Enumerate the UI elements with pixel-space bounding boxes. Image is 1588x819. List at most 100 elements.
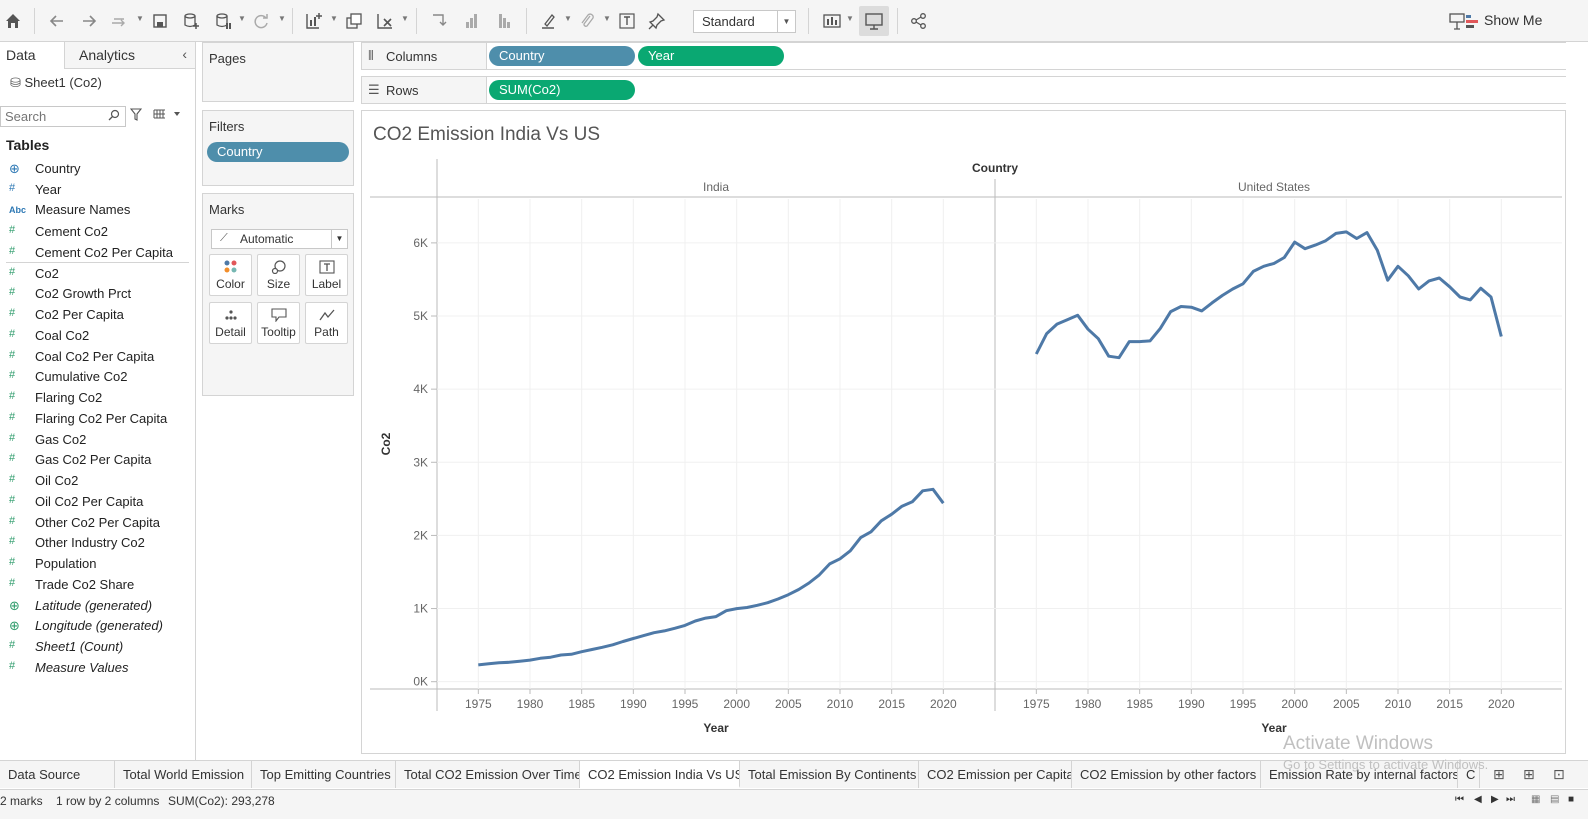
field-item[interactable]: # Year xyxy=(0,181,190,201)
columns-drop-area[interactable]: Country Year xyxy=(486,43,1566,69)
tab-analytics[interactable]: Analytics xyxy=(79,47,135,63)
field-item[interactable]: # Other Co2 Per Capita xyxy=(0,514,190,534)
mark-type-dropdown[interactable]: ⟋ Automatic ▼ xyxy=(211,229,348,249)
group-icon[interactable] xyxy=(576,10,598,32)
list-view-icon[interactable]: ▤ xyxy=(1550,794,1559,805)
chevron-down-icon[interactable]: ▼ xyxy=(846,14,854,23)
chevron-down-icon[interactable]: ▼ xyxy=(401,14,409,23)
rows-shelf[interactable]: ☰ Rows SUM(Co2) xyxy=(361,76,1566,104)
field-item[interactable]: # Gas Co2 xyxy=(0,431,190,451)
rows-drop-area[interactable]: SUM(Co2) xyxy=(486,77,1566,103)
sheet-tab[interactable]: Top Emitting Countries xyxy=(252,761,396,788)
chevron-down-icon[interactable]: ▼ xyxy=(238,14,246,23)
filter-icon[interactable] xyxy=(129,108,143,124)
last-page-icon[interactable]: ⏭ xyxy=(1506,794,1515,805)
sheet-tab[interactable]: CO2 Emission per Capita xyxy=(919,761,1072,788)
detail-button[interactable]: Detail xyxy=(209,302,252,344)
chevron-down-icon[interactable]: ▼ xyxy=(330,14,338,23)
sheet-tab[interactable]: Total Emission By Continents xyxy=(740,761,919,788)
tooltip-button[interactable]: Tooltip xyxy=(257,302,300,344)
field-item[interactable]: # Oil Co2 Per Capita xyxy=(0,493,190,513)
field-item[interactable]: ⊕ Latitude (generated) xyxy=(0,597,190,617)
sheet-tab[interactable]: CO2 Emission India Vs US xyxy=(580,761,740,788)
fit-dropdown[interactable]: Standard ▼ xyxy=(693,10,796,33)
share-icon[interactable] xyxy=(908,10,930,32)
tab-data[interactable]: Data xyxy=(6,47,36,63)
line-chart[interactable]: Country 0K 1K 2K 3K 4K 5K 6K Co2 India 1975 1980 198… xyxy=(362,111,1567,755)
field-item[interactable]: # Other Industry Co2 xyxy=(0,534,190,554)
new-story-tab-icon[interactable]: ⊡ xyxy=(1553,766,1565,783)
save-icon[interactable] xyxy=(149,10,171,32)
filmstrip-view-icon[interactable]: ■ xyxy=(1568,794,1574,805)
field-item[interactable]: ⊕ Longitude (generated) xyxy=(0,617,190,637)
field-item[interactable]: # Co2 xyxy=(0,265,190,285)
new-worksheet-icon[interactable] xyxy=(303,10,325,32)
field-item[interactable]: # Coal Co2 Per Capita xyxy=(0,348,190,368)
size-button[interactable]: Size xyxy=(257,254,300,296)
show-cards-icon[interactable] xyxy=(821,10,843,32)
field-item[interactable]: # Cement Co2 xyxy=(0,223,190,243)
pause-updates-icon[interactable] xyxy=(212,10,234,32)
swap-icon[interactable] xyxy=(428,10,450,32)
grid-view-icon[interactable]: ▦ xyxy=(1531,794,1540,805)
fix-axes-icon[interactable] xyxy=(646,10,668,32)
chevron-down-icon[interactable]: ▼ xyxy=(603,14,611,23)
field-item[interactable]: Abc Measure Names xyxy=(0,201,190,221)
new-datasource-icon[interactable] xyxy=(180,10,202,32)
redo-icon[interactable] xyxy=(78,10,100,32)
columns-pill-country[interactable]: Country xyxy=(489,46,635,66)
undo-icon[interactable] xyxy=(46,10,68,32)
field-item[interactable]: # Gas Co2 Per Capita xyxy=(0,451,190,471)
tab-data-source[interactable]: Data Source xyxy=(0,761,115,788)
sort-ascending-icon[interactable] xyxy=(460,10,482,32)
show-me-button[interactable]: Show Me xyxy=(1484,12,1542,28)
highlight-icon[interactable] xyxy=(538,10,560,32)
view-options-icon[interactable] xyxy=(153,108,181,123)
duplicate-icon[interactable] xyxy=(343,10,365,32)
path-button[interactable]: Path xyxy=(305,302,348,344)
new-worksheet-tab-icon[interactable]: ⊞ xyxy=(1493,766,1505,783)
show-mark-labels-icon[interactable] xyxy=(616,10,638,32)
field-item[interactable]: # Cumulative Co2 xyxy=(0,368,190,388)
sheet-tab[interactable]: CO2 Emission by other factors xyxy=(1072,761,1261,788)
replay-icon[interactable] xyxy=(108,10,130,32)
label-button[interactable]: Label xyxy=(305,254,348,296)
field-item[interactable]: # Coal Co2 xyxy=(0,327,190,347)
rows-pill-sum-co2[interactable]: SUM(Co2) xyxy=(489,80,635,100)
columns-pill-year[interactable]: Year xyxy=(638,46,784,66)
sheet-tab[interactable]: Total CO2 Emission Over Time xyxy=(396,761,580,788)
filters-card[interactable]: Filters Country xyxy=(202,110,354,186)
field-item[interactable]: # Co2 Per Capita xyxy=(0,306,190,326)
columns-shelf[interactable]: ⦀ Columns Country Year xyxy=(361,42,1566,70)
show-me-icon[interactable] xyxy=(1462,10,1484,32)
chevron-down-icon[interactable]: ▼ xyxy=(278,14,286,23)
filter-pill-country[interactable]: Country xyxy=(207,142,349,162)
chevron-down-icon[interactable]: ▼ xyxy=(564,14,572,23)
field-item[interactable]: # Sheet1 (Count) xyxy=(0,638,190,658)
refresh-icon[interactable] xyxy=(250,10,272,32)
prev-page-icon[interactable]: ◀ xyxy=(1474,794,1482,805)
field-item[interactable]: # Trade Co2 Share xyxy=(0,576,190,596)
field-item[interactable]: # Measure Values xyxy=(0,659,190,679)
pages-card[interactable]: Pages xyxy=(202,42,354,102)
field-item[interactable]: # Oil Co2 xyxy=(0,472,190,492)
collapse-pane-icon[interactable]: ‹ xyxy=(182,46,187,62)
color-button[interactable]: Color xyxy=(209,254,252,296)
new-dashboard-tab-icon[interactable]: ⊞ xyxy=(1523,766,1535,783)
presentation-mode-button[interactable] xyxy=(859,6,889,36)
field-item[interactable]: # Flaring Co2 Per Capita xyxy=(0,410,190,430)
field-item[interactable]: # Population xyxy=(0,555,190,575)
field-item[interactable]: ⊕ Country xyxy=(0,160,190,180)
field-item[interactable]: # Co2 Growth Prct xyxy=(0,285,190,305)
next-page-icon[interactable]: ▶ xyxy=(1491,794,1499,805)
datasource-item[interactable]: ⛁ Sheet1 (Co2) xyxy=(10,75,102,91)
home-icon[interactable] xyxy=(2,10,24,32)
field-item[interactable]: # Cement Co2 Per Capita xyxy=(0,244,190,264)
view-area[interactable]: CO2 Emission India Vs US Country 0K 1K 2K 3K… xyxy=(361,110,1566,754)
first-page-icon[interactable]: ⏮ xyxy=(1455,794,1464,805)
field-item[interactable]: # Flaring Co2 xyxy=(0,389,190,409)
clear-sheet-icon[interactable] xyxy=(374,10,396,32)
sheet-tab[interactable]: Total World Emission xyxy=(115,761,252,788)
sort-descending-icon[interactable] xyxy=(493,10,515,32)
chevron-down-icon[interactable]: ▼ xyxy=(136,14,144,23)
